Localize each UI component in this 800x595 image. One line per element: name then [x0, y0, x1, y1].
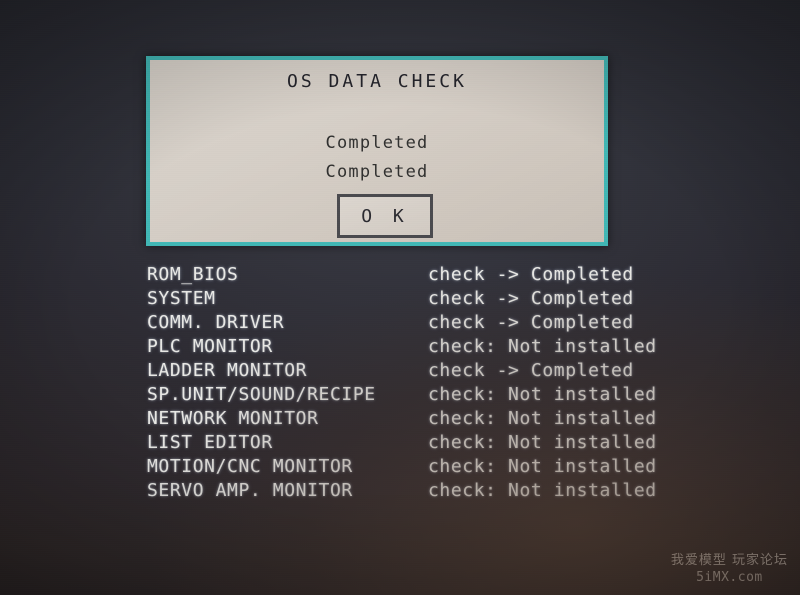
os-data-check-dialog: OS DATA CHECK Completed Completed O K [146, 56, 608, 246]
watermark-forum-name: 我爱模型 玩家论坛 [670, 553, 788, 568]
check-item-name: SYSTEM [147, 288, 216, 309]
check-item-status: check -> Completed [428, 264, 634, 285]
check-item-name: SP.UNIT/SOUND/RECIPE [147, 384, 376, 405]
check-item-status: check: Not installed [428, 336, 657, 357]
check-item-name: ROM_BIOS [147, 264, 239, 285]
check-item-name: LIST EDITOR [147, 432, 273, 453]
dialog-title: OS DATA CHECK [287, 71, 467, 92]
check-item-name: LADDER MONITOR [147, 360, 308, 381]
dialog-message-line-1: Completed [325, 133, 429, 153]
check-row: ROM_BIOS check -> Completed [147, 263, 747, 287]
check-item-status: check -> Completed [428, 312, 634, 333]
check-row: SERVO AMP. MONITOR check: Not installed [147, 479, 747, 503]
check-item-status: check: Not installed [428, 384, 657, 405]
check-item-status: check -> Completed [428, 360, 634, 381]
check-row: LIST EDITOR check: Not installed [147, 431, 747, 455]
device-screen: OS DATA CHECK Completed Completed O K RO… [0, 0, 800, 595]
check-item-status: check: Not installed [428, 432, 657, 453]
check-row: COMM. DRIVER check -> Completed [147, 311, 747, 335]
check-item-status: check: Not installed [428, 480, 657, 501]
check-item-status: check: Not installed [428, 408, 657, 429]
check-row: SYSTEM check -> Completed [147, 287, 747, 311]
check-item-name: PLC MONITOR [147, 336, 273, 357]
check-item-status: check -> Completed [428, 288, 634, 309]
dialog-message-line-2: Completed [325, 162, 429, 182]
check-row: NETWORK MONITOR check: Not installed [147, 407, 747, 431]
dialog-inner: OS DATA CHECK Completed Completed O K [150, 60, 604, 242]
check-row: LADDER MONITOR check -> Completed [147, 359, 747, 383]
check-result-list: ROM_BIOS check -> Completed SYSTEM check ->… [147, 263, 747, 503]
watermark-site-url: 5iMX.com [696, 570, 763, 585]
check-row: PLC MONITOR check: Not installed [147, 335, 747, 359]
check-item-status: check: Not installed [428, 456, 657, 477]
watermark: 我爱模型 玩家论坛 5iMX.com [671, 549, 788, 585]
check-item-name: SERVO AMP. MONITOR [147, 480, 353, 501]
ok-button[interactable]: O K [337, 194, 433, 238]
check-row: SP.UNIT/SOUND/RECIPE check: Not installed [147, 383, 747, 407]
check-item-name: MOTION/CNC MONITOR [147, 456, 353, 477]
check-item-name: COMM. DRIVER [147, 312, 285, 333]
check-row: MOTION/CNC MONITOR check: Not installed [147, 455, 747, 479]
check-item-name: NETWORK MONITOR [147, 408, 319, 429]
